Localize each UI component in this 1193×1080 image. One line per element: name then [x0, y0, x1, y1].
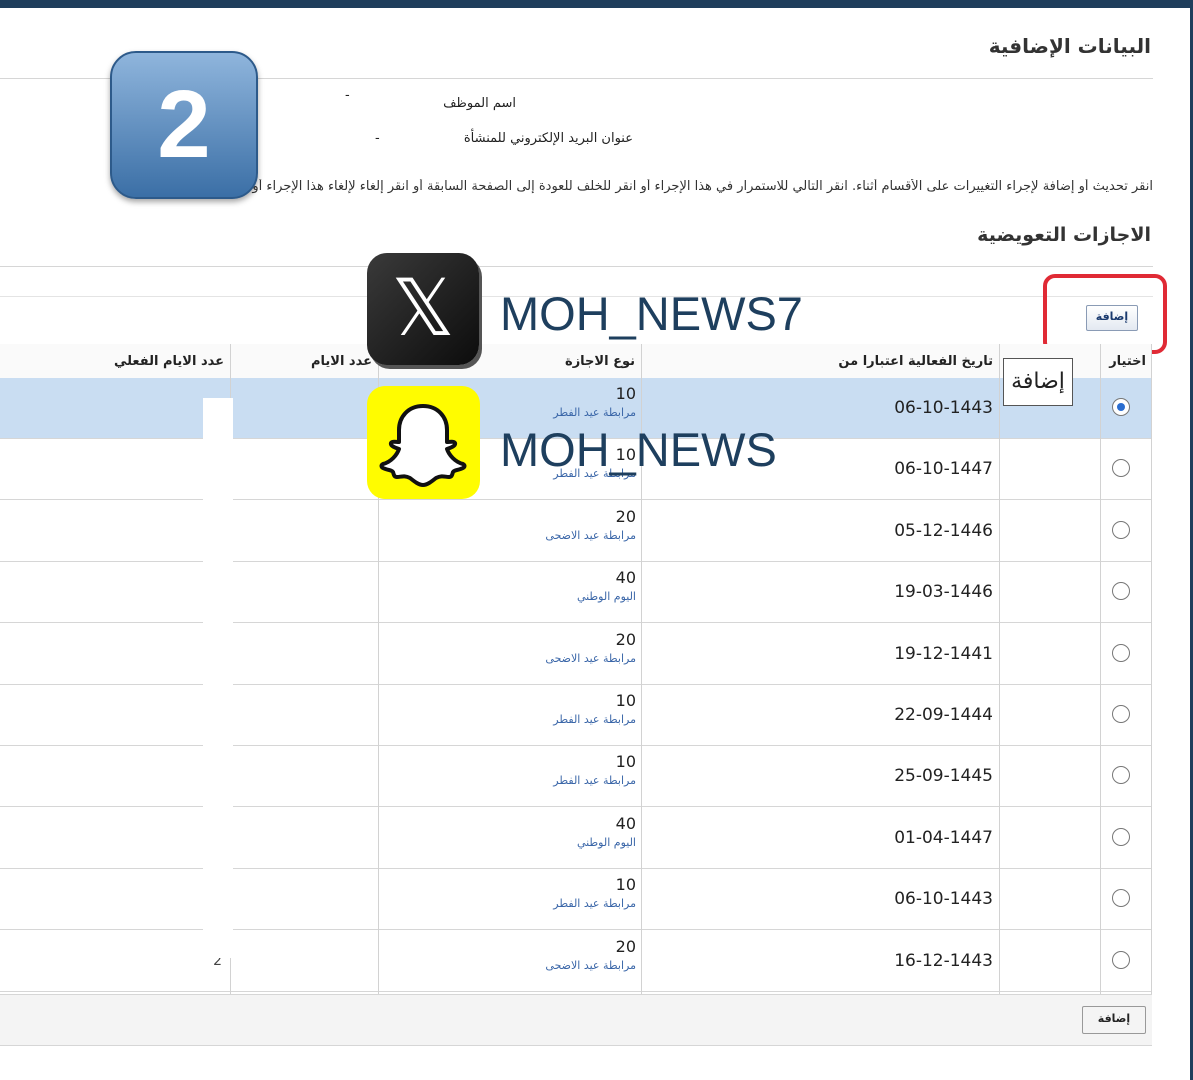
- redaction-block: [203, 398, 233, 958]
- table-header: اختيار تاريخ الفعالية اعتبارا من نوع الا…: [0, 344, 1152, 379]
- leave-type-cell: 40 اليوم الوطني: [378, 808, 636, 868]
- column-divider: [1100, 344, 1101, 994]
- actual-days-cell: 2: [0, 685, 222, 745]
- leave-days-value: 20: [615, 936, 636, 956]
- table-row[interactable]: 22-09-1444 10 مرابطة عيد الفطر 2: [0, 685, 1152, 746]
- table-row[interactable]: 01-04-1447 40 اليوم الوطني 2: [0, 808, 1152, 869]
- table-row[interactable]: 06-10-1443 10 مرابطة عيد الفطر 2: [0, 869, 1152, 931]
- leave-type-cell: 10 مرابطة عيد الفطر: [378, 869, 636, 929]
- snapchat-ghost-icon: [379, 404, 467, 487]
- leave-type-label: مرابطة عيد الفطر: [553, 713, 636, 726]
- column-divider: [999, 344, 1000, 994]
- leave-days-value: 20: [615, 506, 636, 526]
- row-select-radio[interactable]: [1112, 398, 1130, 416]
- snapchat-logo-icon: [367, 386, 480, 499]
- actual-days-cell: 2: [0, 378, 222, 438]
- table-row[interactable]: 25-09-1445 10 مرابطة عيد الفطر 2: [0, 746, 1152, 808]
- actual-days-cell: 1: [0, 439, 222, 499]
- leave-days-value: 10: [615, 875, 636, 895]
- table-row[interactable]: 19-12-1441 20 مرابطة عيد الاضحى: [0, 624, 1152, 685]
- employee-name-value: -: [345, 88, 350, 103]
- leave-type-cell: 10 مرابطة عيد الفطر: [378, 746, 636, 806]
- tooltip: إضافة: [1003, 358, 1073, 406]
- add-button-bottom[interactable]: إضافة: [1082, 1006, 1146, 1034]
- actual-days-cell: 2: [0, 808, 222, 868]
- leave-type-label: مرابطة عيد الاضحى: [545, 651, 636, 665]
- effective-date-cell: 05-12-1446: [894, 520, 993, 541]
- leave-type-label: مرابطة عيد الفطر: [553, 897, 636, 911]
- row-select-radio[interactable]: [1112, 459, 1130, 478]
- effective-date-cell: 22-09-1444: [894, 705, 993, 725]
- leave-days-value: 10: [615, 752, 636, 772]
- section-divider: [0, 266, 1153, 267]
- leave-type-label: مرابطة عيد الفطر: [553, 774, 636, 788]
- row-select-radio[interactable]: [1112, 889, 1130, 908]
- leave-type-cell: 10 مرابطة عيد الفطر: [378, 685, 636, 745]
- table-row[interactable]: 19-03-1446 40 اليوم الوطني: [0, 562, 1152, 624]
- row-select-radio[interactable]: [1112, 950, 1130, 969]
- leave-days-value: 40: [615, 568, 636, 588]
- highlight-box: [1043, 274, 1167, 354]
- employee-email-value: -: [375, 131, 380, 146]
- snap-handle-text: MOH_NEWS: [500, 423, 777, 476]
- table-footer: [0, 994, 1152, 1046]
- row-select-radio[interactable]: [1112, 582, 1130, 601]
- leave-type-label: اليوم الوطني: [576, 835, 636, 849]
- actual-days-cell: 2: [0, 501, 222, 561]
- effective-date-cell: 19-12-1441: [894, 643, 993, 664]
- employee-email-label: عنوان البريد الإلكتروني للمنشأة: [463, 131, 633, 146]
- effective-date-cell: 19-03-1446: [894, 582, 993, 603]
- row-select-radio[interactable]: [1112, 705, 1130, 723]
- effective-date-cell: 06-10-1443: [894, 889, 993, 910]
- column-header-actual-days[interactable]: عدد الايام الفعلي: [0, 344, 230, 378]
- leave-type-cell: 20 مرابطة عيد الاضحى: [378, 624, 636, 684]
- effective-date-cell: 16-12-1443: [894, 950, 993, 971]
- actual-days-cell: 2: [0, 746, 222, 806]
- actual-days-cell: 2: [0, 869, 222, 929]
- row-select-radio[interactable]: [1112, 827, 1130, 846]
- leave-days-value: 10: [615, 691, 636, 710]
- actual-days-cell: [0, 562, 222, 622]
- column-header-effective-date[interactable]: تاريخ الفعالية اعتبارا من: [641, 344, 999, 378]
- effective-date-cell: 25-09-1445: [894, 766, 993, 787]
- table-row[interactable]: 16-12-1443 20 مرابطة عيد الاضحى 2: [0, 931, 1152, 992]
- employee-name-label: اسم الموظف: [443, 96, 516, 111]
- actual-days-cell: 2: [213, 952, 222, 969]
- page-title: البيانات الإضافية: [988, 34, 1151, 58]
- x-logo-icon: 𝕏: [367, 253, 479, 365]
- leave-type-cell: 20 مرابطة عيد الاضحى: [378, 931, 636, 991]
- actual-days-cell: [0, 624, 222, 684]
- number-badge: 2: [110, 51, 258, 199]
- table-row[interactable]: 05-12-1446 20 مرابطة عيد الاضحى 2: [0, 501, 1152, 562]
- section-title: الاجازات التعويضية: [977, 224, 1151, 246]
- leave-type-label: مرابطة عيد الاضحى: [545, 958, 636, 972]
- leave-days-value: 20: [615, 629, 636, 649]
- leave-days-value: 40: [615, 813, 636, 833]
- leave-type-cell: 20 مرابطة عيد الاضحى: [378, 501, 636, 561]
- row-select-radio[interactable]: [1112, 643, 1130, 662]
- window-top-border: [0, 0, 1193, 8]
- row-select-radio[interactable]: [1112, 766, 1130, 785]
- x-handle-text: MOH_NEWS7: [500, 287, 803, 340]
- leave-type-label: اليوم الوطني: [576, 590, 636, 604]
- column-header-select: اختيار: [1109, 354, 1146, 369]
- leave-type-label: مرابطة عيد الاضحى: [545, 528, 636, 542]
- table-right-border: [1151, 344, 1152, 994]
- row-select-radio[interactable]: [1112, 520, 1130, 539]
- effective-date-cell: 01-04-1447: [894, 827, 993, 848]
- leave-type-cell: 40 اليوم الوطني: [378, 562, 636, 622]
- column-header-days[interactable]: عدد الايام: [230, 344, 378, 378]
